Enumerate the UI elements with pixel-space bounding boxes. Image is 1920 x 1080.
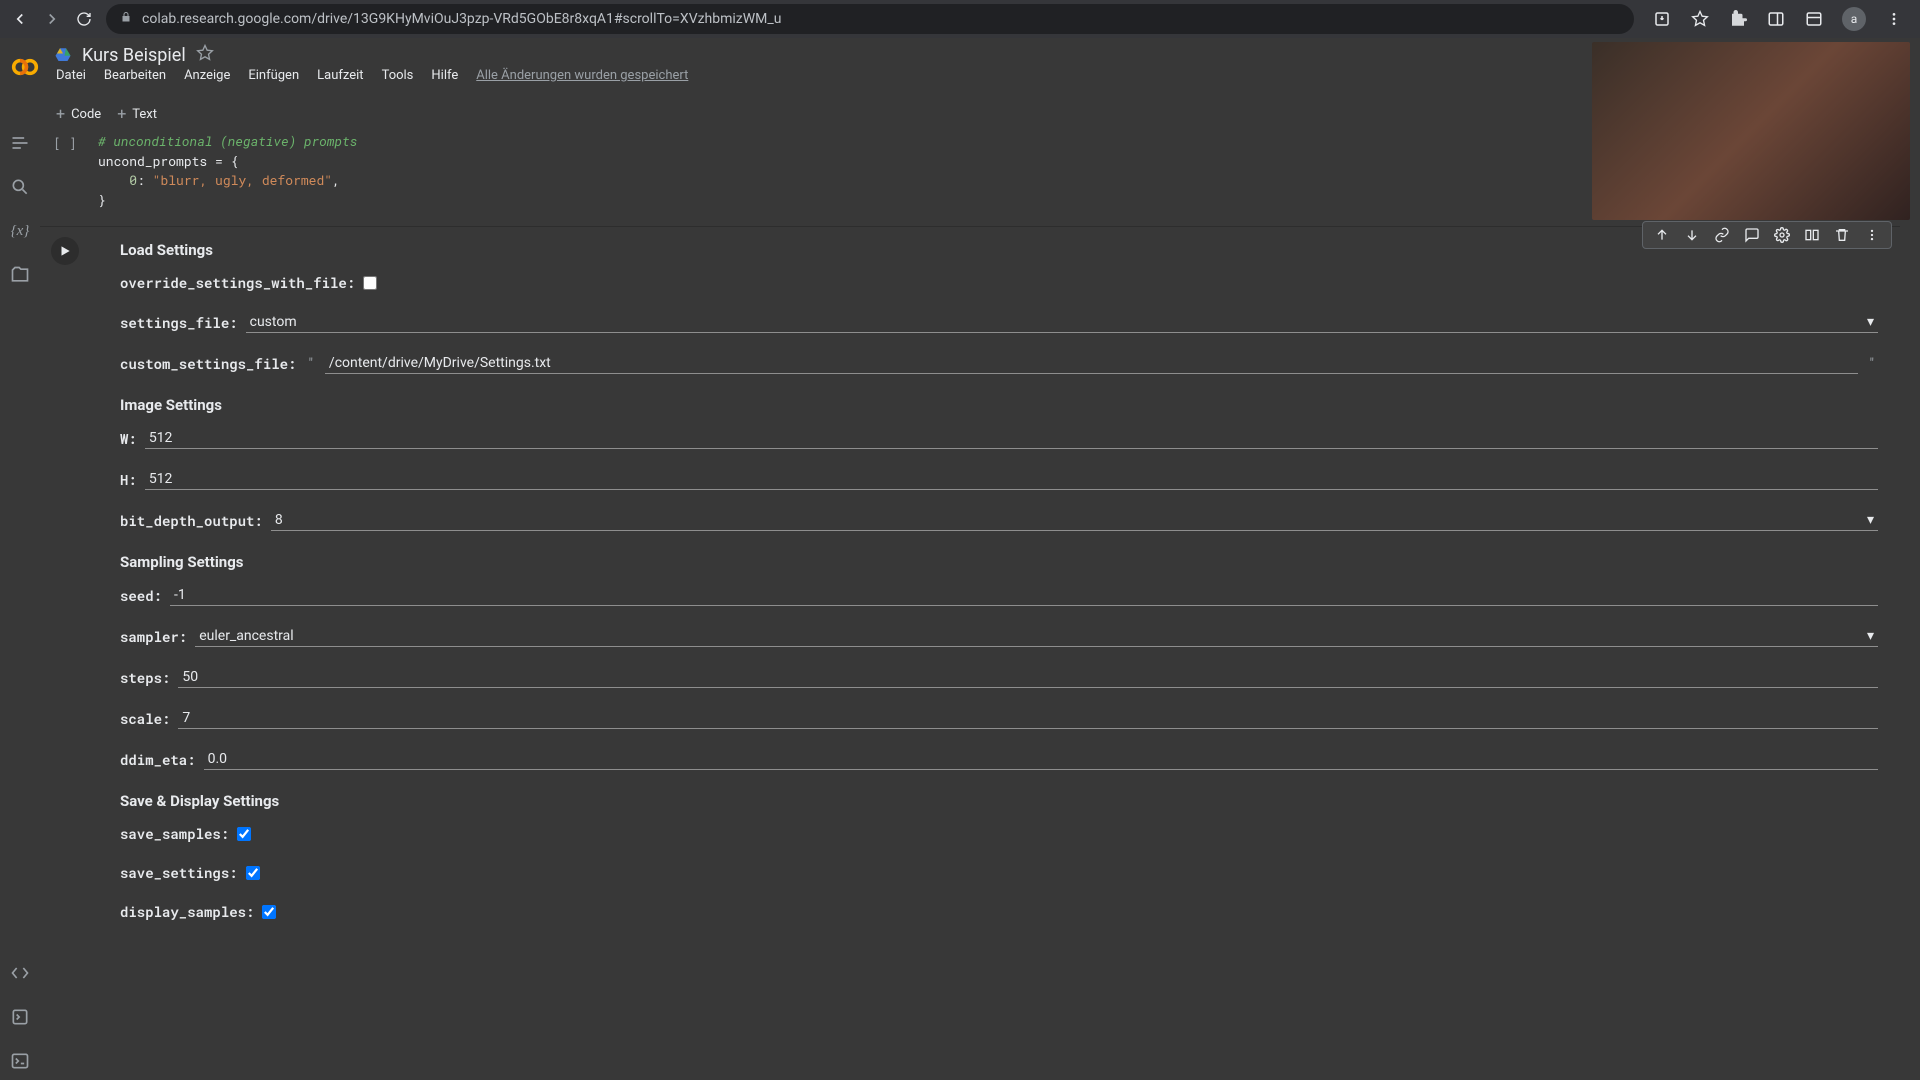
code-comment: # unconditional (negative) prompts xyxy=(98,132,357,150)
w-label: W: xyxy=(120,429,137,448)
ddim-eta-label: ddim_eta: xyxy=(120,750,196,769)
chevron-down-icon[interactable]: ▾ xyxy=(1867,628,1874,644)
lock-icon xyxy=(120,11,132,27)
scale-input[interactable] xyxy=(182,710,1874,726)
override-label: override_settings_with_file: xyxy=(120,273,355,292)
code-snippets-icon[interactable] xyxy=(9,962,31,984)
main-area: {x} [ ] # unconditional (negative) promp… xyxy=(0,128,1920,1080)
cell-exec-label[interactable]: [ ] xyxy=(40,128,90,214)
quote-open: " xyxy=(304,356,316,372)
sampler-label: sampler: xyxy=(120,627,187,646)
menu-bearbeiten[interactable]: Bearbeiten xyxy=(104,68,166,83)
sidepanel-icon[interactable] xyxy=(1766,9,1786,29)
sampler-select[interactable] xyxy=(199,628,1859,644)
url-text: colab.research.google.com/drive/13G9KHyM… xyxy=(142,11,1620,27)
add-code-button[interactable]: + Code xyxy=(56,106,101,122)
custom-settings-file-label: custom_settings_file: xyxy=(120,354,296,373)
code-line: } xyxy=(98,191,106,209)
drive-icon xyxy=(54,46,72,64)
bit-depth-label: bit_depth_output: xyxy=(120,511,263,530)
add-code-label: Code xyxy=(71,107,101,122)
link-icon[interactable] xyxy=(1713,226,1731,244)
section-sampling-settings: Sampling Settings xyxy=(120,553,1878,571)
search-icon[interactable] xyxy=(9,176,31,198)
terminal-icon[interactable] xyxy=(9,1050,31,1072)
menu-hilfe[interactable]: Hilfe xyxy=(431,68,458,83)
delete-icon[interactable] xyxy=(1833,226,1851,244)
scale-label: scale: xyxy=(120,709,170,728)
seed-label: seed: xyxy=(120,586,162,605)
chevron-down-icon[interactable]: ▾ xyxy=(1867,512,1874,528)
command-palette-icon[interactable] xyxy=(9,1006,31,1028)
browser-actions: a xyxy=(1646,7,1910,31)
save-settings-label: save_settings: xyxy=(120,863,238,882)
run-button[interactable] xyxy=(51,237,79,265)
save-settings-checkbox[interactable] xyxy=(246,866,260,880)
w-input[interactable] xyxy=(149,430,1874,446)
move-down-icon[interactable] xyxy=(1683,226,1701,244)
webcam-overlay xyxy=(1592,42,1910,220)
h-input[interactable] xyxy=(149,471,1874,487)
steps-label: steps: xyxy=(120,668,170,687)
colab-logo-icon[interactable] xyxy=(8,50,42,84)
panel-icon[interactable] xyxy=(1804,9,1824,29)
menu-anzeige[interactable]: Anzeige xyxy=(184,68,230,83)
menu-laufzeit[interactable]: Laufzeit xyxy=(317,68,363,83)
plus-icon: + xyxy=(117,106,126,122)
h-label: H: xyxy=(120,470,137,489)
variables-icon[interactable]: {x} xyxy=(9,220,31,242)
more-icon[interactable] xyxy=(1863,226,1881,244)
custom-settings-file-input[interactable] xyxy=(329,355,1854,371)
save-status[interactable]: Alle Änderungen wurden gespeichert xyxy=(476,68,688,83)
add-text-label: Text xyxy=(132,107,157,122)
steps-input[interactable] xyxy=(182,669,1874,685)
nav-back-icon[interactable] xyxy=(10,9,30,29)
override-checkbox[interactable] xyxy=(363,276,377,290)
doc-title[interactable]: Kurs Beispiel xyxy=(82,45,186,66)
chevron-down-icon[interactable]: ▾ xyxy=(1867,314,1874,330)
mirror-icon[interactable] xyxy=(1803,226,1821,244)
code-line: uncond_prompts = { xyxy=(98,152,238,170)
form-body: Load Settings override_settings_with_fil… xyxy=(90,227,1900,961)
save-samples-label: save_samples: xyxy=(120,824,229,843)
side-rail: {x} xyxy=(0,128,40,1080)
code-string: "blurr, ugly, deformed" xyxy=(153,171,332,189)
section-image-settings: Image Settings xyxy=(120,396,1878,414)
toc-icon[interactable] xyxy=(9,132,31,154)
section-save-display-settings: Save & Display Settings xyxy=(120,792,1878,810)
browser-menu-icon[interactable] xyxy=(1884,9,1904,29)
bit-depth-select[interactable] xyxy=(275,512,1859,528)
quote-close: " xyxy=(1866,356,1878,372)
notebook[interactable]: [ ] # unconditional (negative) prompts u… xyxy=(40,128,1920,1080)
display-samples-label: display_samples: xyxy=(120,902,254,921)
add-text-button[interactable]: + Text xyxy=(117,106,157,122)
save-samples-checkbox[interactable] xyxy=(237,827,251,841)
profile-avatar-icon[interactable]: a xyxy=(1842,7,1866,31)
comment-icon[interactable] xyxy=(1743,226,1761,244)
nav-reload-icon[interactable] xyxy=(74,9,94,29)
star-icon[interactable] xyxy=(196,44,214,66)
bookmark-star-icon[interactable] xyxy=(1690,9,1710,29)
settings-file-select[interactable] xyxy=(250,314,1859,330)
extensions-icon[interactable] xyxy=(1728,9,1748,29)
menu-einfuegen[interactable]: Einfügen xyxy=(248,68,299,83)
code-key: 0 xyxy=(129,171,137,189)
url-bar[interactable]: colab.research.google.com/drive/13G9KHyM… xyxy=(106,4,1634,34)
section-load-settings: Load Settings xyxy=(120,241,1878,259)
nav-forward-icon[interactable] xyxy=(42,9,62,29)
menu-tools[interactable]: Tools xyxy=(382,68,414,83)
files-icon[interactable] xyxy=(9,264,31,286)
menu-datei[interactable]: Datei xyxy=(56,68,86,83)
display-samples-checkbox[interactable] xyxy=(262,905,276,919)
move-up-icon[interactable] xyxy=(1653,226,1671,244)
settings-icon[interactable] xyxy=(1773,226,1791,244)
browser-bar: colab.research.google.com/drive/13G9KHyM… xyxy=(0,0,1920,38)
cell-toolbar xyxy=(1642,221,1892,249)
seed-input[interactable] xyxy=(174,587,1874,603)
ddim-eta-input[interactable] xyxy=(208,751,1874,767)
form-cell: Load Settings override_settings_with_fil… xyxy=(40,227,1900,961)
plus-icon: + xyxy=(56,106,65,122)
install-icon[interactable] xyxy=(1652,9,1672,29)
settings-file-label: settings_file: xyxy=(120,313,238,332)
